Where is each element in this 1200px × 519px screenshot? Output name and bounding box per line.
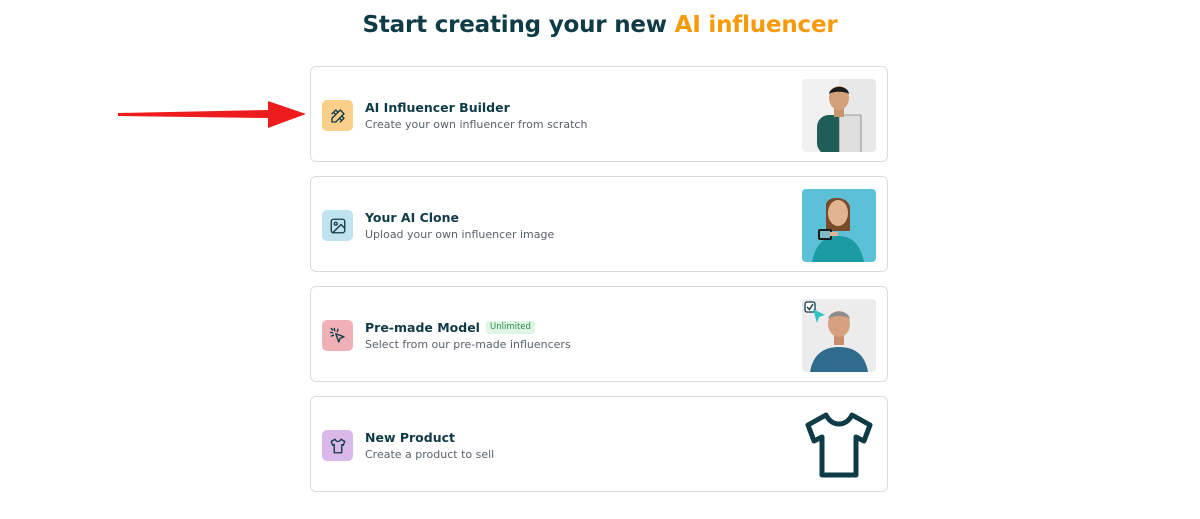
t-shirt-illustration (802, 409, 876, 482)
influencer-builder-thumbnail (802, 79, 876, 152)
card-description: Upload your own influencer image (365, 228, 555, 241)
card-label: New Product (365, 430, 455, 445)
unlimited-badge: Unlimited (485, 321, 535, 334)
card-label: AI Influencer Builder (365, 100, 510, 115)
card-description: Select from our pre-made influencers (365, 338, 571, 351)
title-accent: AI influencer (674, 12, 838, 38)
cursor-click-icon (322, 320, 353, 351)
card-description: Create your own influencer from scratch (365, 118, 588, 131)
card-label: Pre-made Model Unlimited (365, 320, 535, 335)
card-ai-influencer-builder[interactable]: AI Influencer Builder Create your own in… (310, 66, 888, 162)
card-pre-made-model[interactable]: Pre-made Model Unlimited Select from our… (310, 286, 888, 382)
title-prefix: Start creating your new (362, 12, 667, 38)
red-arrow-annotation (118, 101, 306, 128)
card-new-product[interactable]: New Product Create a product to sell (310, 396, 888, 492)
shirt-icon (322, 430, 353, 461)
card-your-ai-clone[interactable]: Your AI Clone Upload your own influencer… (310, 176, 888, 272)
pencil-ruler-icon (322, 100, 353, 131)
pre-made-model-thumbnail (802, 299, 876, 372)
image-upload-icon (322, 210, 353, 241)
ai-clone-thumbnail (802, 189, 876, 262)
card-label: Your AI Clone (365, 210, 460, 225)
card-description: Create a product to sell (365, 448, 495, 461)
page-title: Start creating your new AI influencer (0, 12, 1200, 38)
